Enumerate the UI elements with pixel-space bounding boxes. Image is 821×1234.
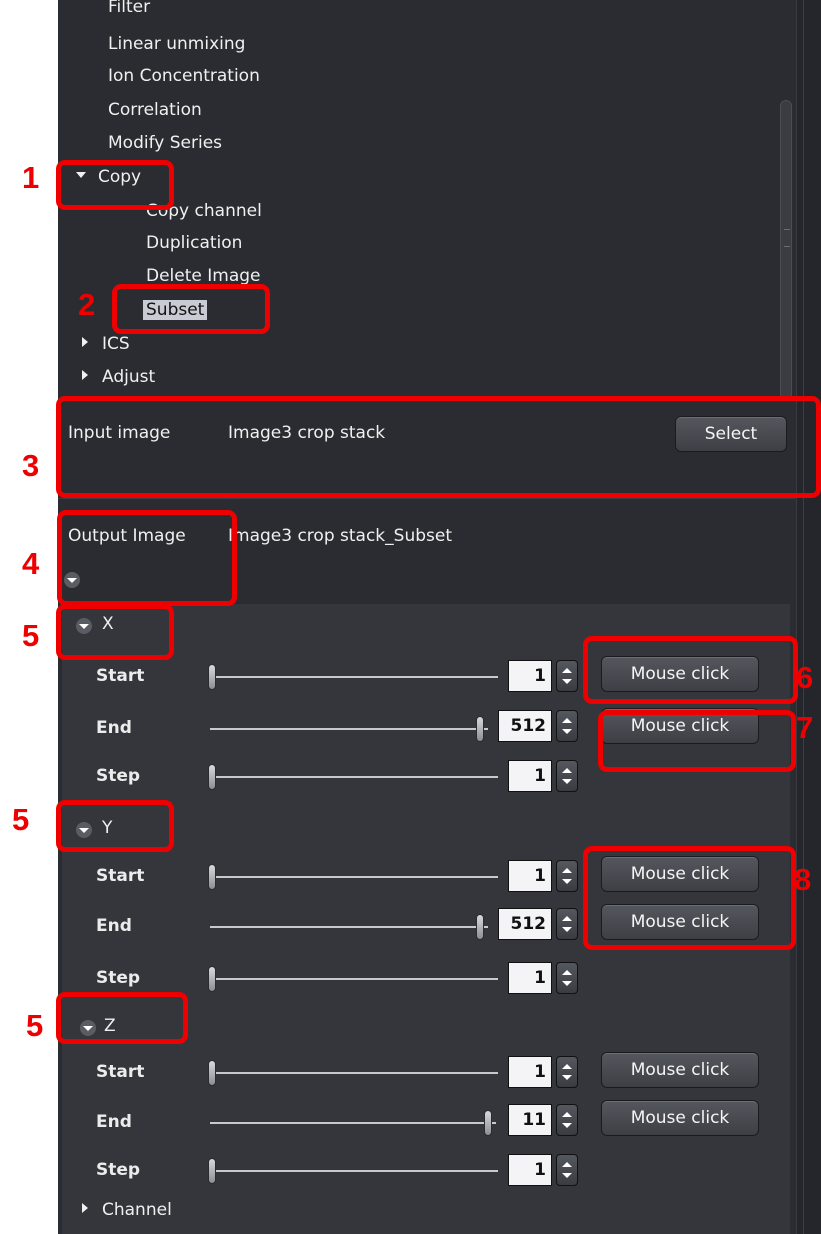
x-step-spinner-icon[interactable] [556,760,578,792]
expand-right-icon[interactable] [82,337,88,347]
y-start-slider-handle[interactable] [208,864,216,890]
annotation-number-5-y: 5 [12,802,30,837]
tree-scrollbar[interactable] [780,100,792,400]
expand-right-icon[interactable] [82,370,88,380]
annotation-box-1 [56,160,174,210]
z-start-mouse-click-button[interactable]: Mouse click [601,1052,759,1088]
x-start-label: Start [96,666,145,686]
x-start-slider-handle[interactable] [208,664,216,690]
z-start-slider-handle[interactable] [208,1060,216,1086]
x-start-slider[interactable] [210,676,498,678]
y-end-input[interactable]: 512 [498,908,552,940]
output-image-value: Image3 crop stack_Subset [228,526,452,546]
y-end-slider[interactable] [210,926,488,928]
annotation-box-7 [598,710,796,772]
x-end-slider[interactable] [210,728,488,730]
z-step-input[interactable]: 1 [508,1154,552,1186]
annotation-number-8: 8 [794,862,812,897]
x-step-input[interactable]: 1 [508,760,552,792]
y-end-slider-handle[interactable] [476,914,484,940]
annotation-box-2 [112,284,270,334]
expand-right-icon[interactable] [82,1203,88,1213]
tree-item-correlation[interactable]: Correlation [108,99,202,121]
tree-item-linear-unmixing[interactable]: Linear unmixing [108,33,245,55]
z-step-spinner-icon[interactable] [556,1154,578,1186]
annotation-number-1: 1 [22,160,40,195]
annotation-number-4: 4 [22,546,40,581]
annotation-number-5-x: 5 [22,618,40,653]
x-end-label: End [96,718,132,738]
tree-item-ion-concentration[interactable]: Ion Concentration [108,65,260,87]
tree-item-filter[interactable]: Filter [108,0,150,18]
annotation-box-8 [583,846,796,950]
annotation-number-7: 7 [796,710,814,745]
x-end-input[interactable]: 512 [498,710,552,742]
annotation-box-4 [57,510,237,606]
annotation-box-6 [583,636,798,704]
annotation-number-5-z: 5 [26,1008,44,1043]
x-step-slider[interactable] [210,776,498,778]
tree-item-modify-series[interactable]: Modify Series [108,132,222,154]
z-start-label: Start [96,1062,145,1082]
z-start-spinner-icon[interactable] [556,1056,578,1088]
scrollbar-grip-icon [784,229,790,247]
y-step-slider[interactable] [210,978,498,980]
y-start-slider[interactable] [210,876,498,878]
z-end-label: End [96,1112,132,1132]
annotation-box-3 [56,396,821,498]
annotation-box-5-y [56,800,174,852]
z-end-slider[interactable] [210,1122,496,1124]
y-end-spinner-icon[interactable] [556,908,578,940]
y-step-slider-handle[interactable] [208,966,216,992]
y-step-label: Step [96,968,141,988]
annotation-number-6: 6 [796,660,814,695]
z-step-slider[interactable] [210,1170,498,1172]
z-start-slider[interactable] [210,1072,498,1074]
z-end-mouse-click-button[interactable]: Mouse click [601,1100,759,1136]
z-start-input[interactable]: 1 [508,1056,552,1088]
y-start-input[interactable]: 1 [508,860,552,892]
annotation-number-2: 2 [78,287,96,322]
channel-section[interactable]: Channel [82,1199,172,1221]
z-step-label: Step [96,1160,141,1180]
z-end-input[interactable]: 11 [508,1104,552,1136]
y-start-spinner-icon[interactable] [556,860,578,892]
x-step-slider-handle[interactable] [208,764,216,790]
x-start-input[interactable]: 1 [508,660,552,692]
y-step-spinner-icon[interactable] [556,962,578,994]
tree-item-duplication[interactable]: Duplication [146,232,242,254]
y-start-label: Start [96,866,145,886]
tree-item-adjust[interactable]: Adjust [82,366,155,388]
annotation-box-5-z [56,992,188,1044]
x-end-slider-handle[interactable] [476,716,484,742]
tree-item-ics[interactable]: ICS [82,333,130,355]
annotation-box-5-x [56,604,174,660]
x-step-label: Step [96,766,141,786]
z-end-spinner-icon[interactable] [556,1104,578,1136]
right-scroll-strip [796,0,821,1234]
x-start-spinner-icon[interactable] [556,660,578,692]
z-end-slider-handle[interactable] [484,1110,492,1136]
z-step-slider-handle[interactable] [208,1158,216,1184]
x-end-spinner-icon[interactable] [556,710,578,742]
annotation-number-3: 3 [22,448,40,483]
y-step-input[interactable]: 1 [508,962,552,994]
y-end-label: End [96,916,132,936]
divider [58,498,796,499]
